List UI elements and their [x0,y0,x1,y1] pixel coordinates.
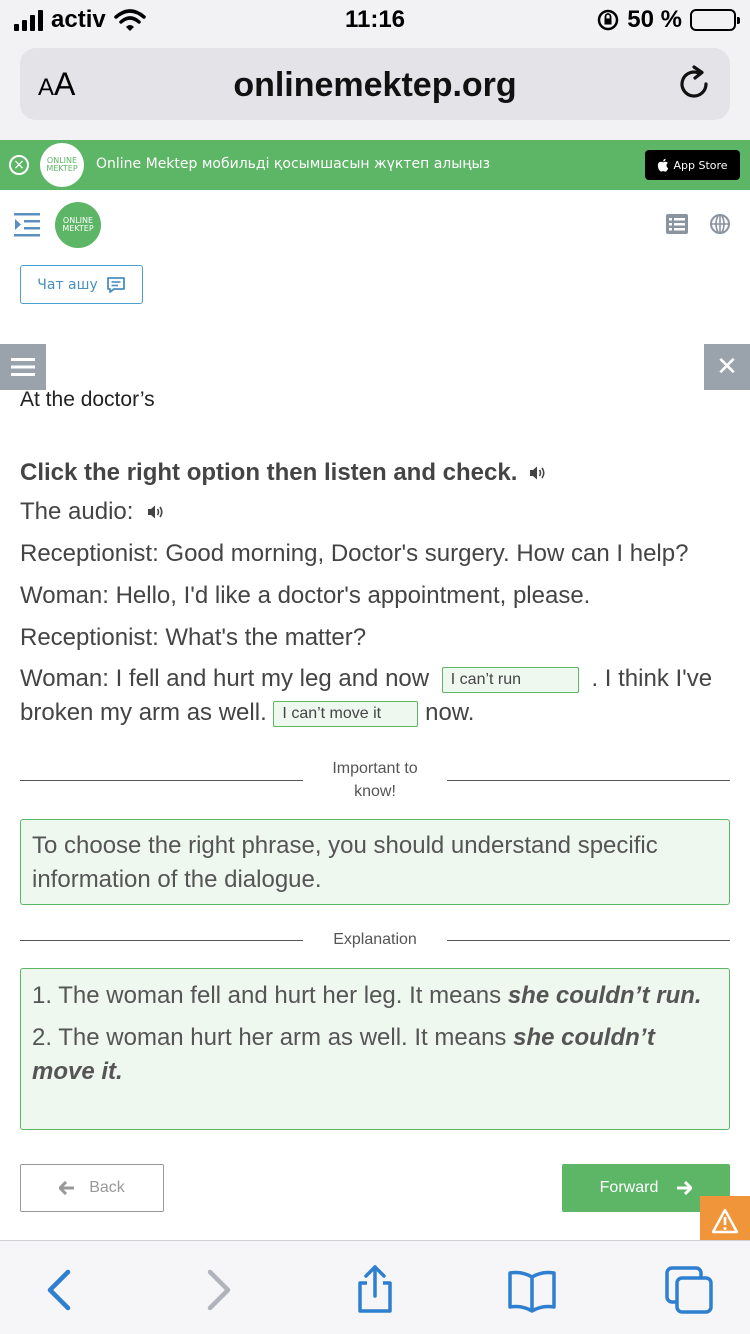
dialogue-line: Woman: Hello, I'd like a doctor's appoin… [20,582,591,609]
status-right: 50 % [597,6,740,34]
explanation-box: 1. The woman fell and hurt her leg. It m… [20,968,730,1130]
browser-url-area: AA onlinemektep.org [0,40,750,140]
open-chat-button[interactable]: Чат ашу [20,265,143,304]
exercise-content: Click the right option then listen and c… [20,455,730,730]
browser-forward-icon[interactable] [192,1265,242,1315]
address-bar[interactable]: AA onlinemektep.org [20,48,730,120]
report-problem-button[interactable] [700,1196,750,1246]
explanation-divider: Explanation [20,928,730,952]
answer-option-1[interactable]: I can’t run [441,666,579,693]
orientation-lock-icon [598,9,619,31]
menu-toggle-icon[interactable] [14,212,42,238]
status-bar: activ 11:16 50 % [0,0,750,40]
dialogue-line: Receptionist: What's the matter? [20,624,367,651]
lesson-menu-button[interactable] [0,344,46,390]
chat-icon [106,276,125,293]
explanation-item: 1. The woman fell and hurt her leg. It m… [32,982,702,1009]
apple-icon [658,158,669,172]
back-button[interactable]: Back [20,1164,164,1212]
section-title: At the doctor’s [20,388,155,411]
app-download-banner: × ONLINE MEKTEP Online Mektep мобильді қ… [0,140,750,190]
gap-text-1: Woman: I fell and hurt my leg and now [20,665,430,692]
speaker-icon[interactable] [529,465,547,481]
dialogue-gap-line: Woman: I fell and hurt my leg and now I … [20,662,730,730]
arrow-right-icon [677,1181,693,1195]
chat-button-label: Чат ашу [37,276,98,293]
arrow-left-icon [59,1181,75,1195]
important-text: To choose the right phrase, you should u… [32,832,658,893]
list-icon[interactable] [666,214,688,234]
important-note: To choose the right phrase, you should u… [20,819,730,905]
audio-row: The audio: [20,491,730,533]
play-audio-icon[interactable] [147,504,165,520]
globe-icon[interactable] [710,214,730,234]
site-logo[interactable]: ONLINE MEKTEP [55,202,101,248]
hamburger-icon [11,358,35,376]
audio-label: The audio: [20,498,134,525]
close-lesson-button[interactable]: ✕ [704,344,750,390]
close-icon: ✕ [716,352,738,382]
answer-option-2[interactable]: I can’t move it [273,700,419,727]
tabs-icon[interactable] [664,1265,714,1315]
explanation-label: Explanation [333,931,417,948]
close-icon[interactable]: × [9,155,29,175]
warning-icon [711,1208,739,1234]
instruction: Click the right option then listen and c… [20,455,730,491]
battery-icon [690,9,740,31]
important-divider: Important to know! [20,757,730,803]
gap-text-3: now. [425,699,475,726]
battery-percent: 50 % [627,6,682,33]
instruction-text: Click the right option then listen and c… [20,459,518,486]
app-store-button[interactable]: App Store [645,150,740,180]
share-icon[interactable] [350,1265,400,1315]
banner-logo: ONLINE MEKTEP [40,143,84,187]
browser-toolbar [0,1240,750,1334]
bookmarks-icon[interactable] [507,1265,557,1315]
banner-text: Online Mektep мобильді қосымшасын жүктеп… [96,156,491,172]
important-label: Important to know! [332,760,418,800]
explanation-item: 2. The woman hurt her arm as well. It me… [32,1024,655,1085]
browser-back-icon[interactable] [36,1265,86,1315]
dialogue-line: Receptionist: Good morning, Doctor's sur… [20,540,689,567]
reload-icon[interactable] [674,64,714,104]
url-text[interactable]: onlinemektep.org [20,66,730,105]
